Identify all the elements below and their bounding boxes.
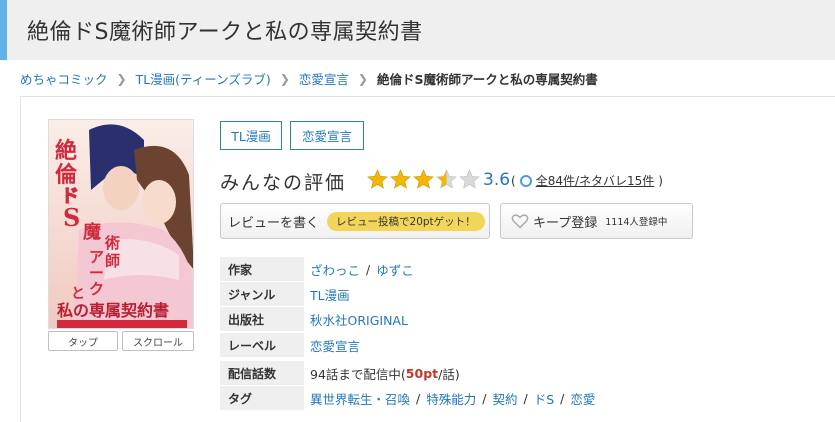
svg-text:倫: 倫 [55,162,78,188]
genre-tag-tl[interactable]: TL漫画 [220,121,282,150]
review-count-link[interactable]: 全84件 [536,172,575,189]
episodes-suffix: /話) [438,366,460,382]
svg-text:魔: 魔 [83,221,101,243]
slash-separator: / [416,390,421,406]
breadcrumb: めちゃコミック ❯ TL漫画(ティーンズラブ) ❯ 恋愛宣言 ❯ 絶倫ドS魔術師… [20,69,598,88]
keep-button[interactable]: キープ登録 1114人登録中 [500,203,693,239]
review-promo-badge: レビュー投稿で20ptゲット！ [327,211,485,231]
info-val-author: ざわっこ / ゆずこ [310,257,414,281]
write-review-label: レビューを書く [228,215,320,231]
tag-link[interactable]: 契約 [492,389,517,408]
info-key-episodes: 配信話数 [220,361,304,385]
genre-tag-label[interactable]: 恋愛宣言 [290,121,364,150]
slash-separator: / [482,390,487,406]
spoiler-count-link[interactable]: /ネタバレ15件 [575,172,654,189]
info-val-label: 恋愛宣言 [310,333,360,357]
svg-text:絶: 絶 [55,138,77,164]
paren-close: ) [658,173,663,188]
info-key-genre: ジャンル [220,282,304,306]
cover-image[interactable]: 絶 倫 ド S 魔 術 師 ア ー ク と 私の専属契約書 [48,119,194,329]
star-empty-icon [459,169,480,189]
info-row-author: 作家 ざわっこ / ゆずこ [220,257,820,281]
chevron-right-icon: ❯ [116,71,127,86]
scroll-mode-button[interactable]: スクロール [122,331,194,351]
breadcrumb-link-label[interactable]: 恋愛宣言 [299,69,349,88]
write-review-button[interactable]: レビューを書く レビュー投稿で20ptゲット！ [220,203,490,239]
info-key-tags: タグ [220,386,304,410]
tag-link[interactable]: ドS [534,389,554,408]
star-full-icon [367,169,388,189]
keep-count: 1114人登録中 [605,217,668,228]
breadcrumb-current: 絶倫ドS魔術師アークと私の専属契約書 [376,72,598,87]
rating-value: 3.6 [483,170,511,190]
star-half-icon [436,169,457,189]
author-link[interactable]: ゆずこ [376,260,414,279]
info-val-episodes: 94話まで配信中( 50pt /話) [310,361,460,385]
episode-price: 50pt [405,365,439,381]
svg-text:と: と [71,286,85,302]
svg-text:ク: ク [89,280,104,298]
keep-label: キープ登録 [533,215,598,231]
tag-link[interactable]: 異世界転生・召喚 [310,389,410,408]
svg-text:術: 術 [104,234,120,252]
svg-text:師: 師 [105,252,120,270]
breadcrumb-link-tl[interactable]: TL漫画(ティーンズラブ) [136,69,271,88]
info-key-label: レーベル [220,333,304,357]
info-val-genre: TL漫画 [310,282,350,306]
publisher-link[interactable]: 秋水社ORIGINAL [310,310,408,329]
search-icon [519,174,532,187]
info-row-tags: タグ 異世界転生・召喚 / 特殊能力 / 契約 / ドS / 恋愛 [220,386,820,410]
author-link[interactable]: ざわっこ [310,260,360,279]
star-full-icon [390,169,411,189]
info-row-label: レーベル 恋愛宣言 [220,333,820,357]
tag-link[interactable]: 特殊能力 [426,389,476,408]
svg-text:私の専属契約書: 私の専属契約書 [57,301,169,320]
rating-label: みんなの評価 [220,172,347,194]
svg-text:S: S [63,203,80,232]
label-link[interactable]: 恋愛宣言 [310,336,360,355]
info-val-publisher: 秋水社ORIGINAL [310,307,408,331]
breadcrumb-link-home[interactable]: めちゃコミック [20,69,108,88]
slash-separator: / [523,390,528,406]
info-key-author: 作家 [220,257,304,281]
star-full-icon [413,169,434,189]
chevron-right-icon: ❯ [279,71,290,86]
heart-icon [511,214,529,229]
slash-separator: / [560,390,565,406]
page-title: 絶倫ドS魔術師アークと私の専属契約書 [27,20,423,45]
rating-count: ( 全84件 /ネタバレ15件 ) [511,172,663,189]
info-val-tags: 異世界転生・召喚 / 特殊能力 / 契約 / ドS / 恋愛 [310,386,595,410]
title-bar: 絶倫ドS魔術師アークと私の専属契約書 [0,0,835,60]
info-row-episodes: 配信話数 94話まで配信中( 50pt /話) [220,361,820,385]
episodes-prefix: 94話まで配信中( [310,366,406,382]
slash-separator: / [366,261,371,277]
tap-mode-button[interactable]: タップ [48,331,118,351]
star-rating [366,168,481,191]
info-row-genre: ジャンル TL漫画 [220,282,820,306]
info-row-publisher: 出版社 秋水社ORIGINAL [220,307,820,331]
tag-link[interactable]: 恋愛 [570,389,595,408]
info-key-publisher: 出版社 [220,307,304,331]
genre-link[interactable]: TL漫画 [310,285,350,304]
paren-open: ( [511,173,516,188]
chevron-right-icon: ❯ [357,71,368,86]
